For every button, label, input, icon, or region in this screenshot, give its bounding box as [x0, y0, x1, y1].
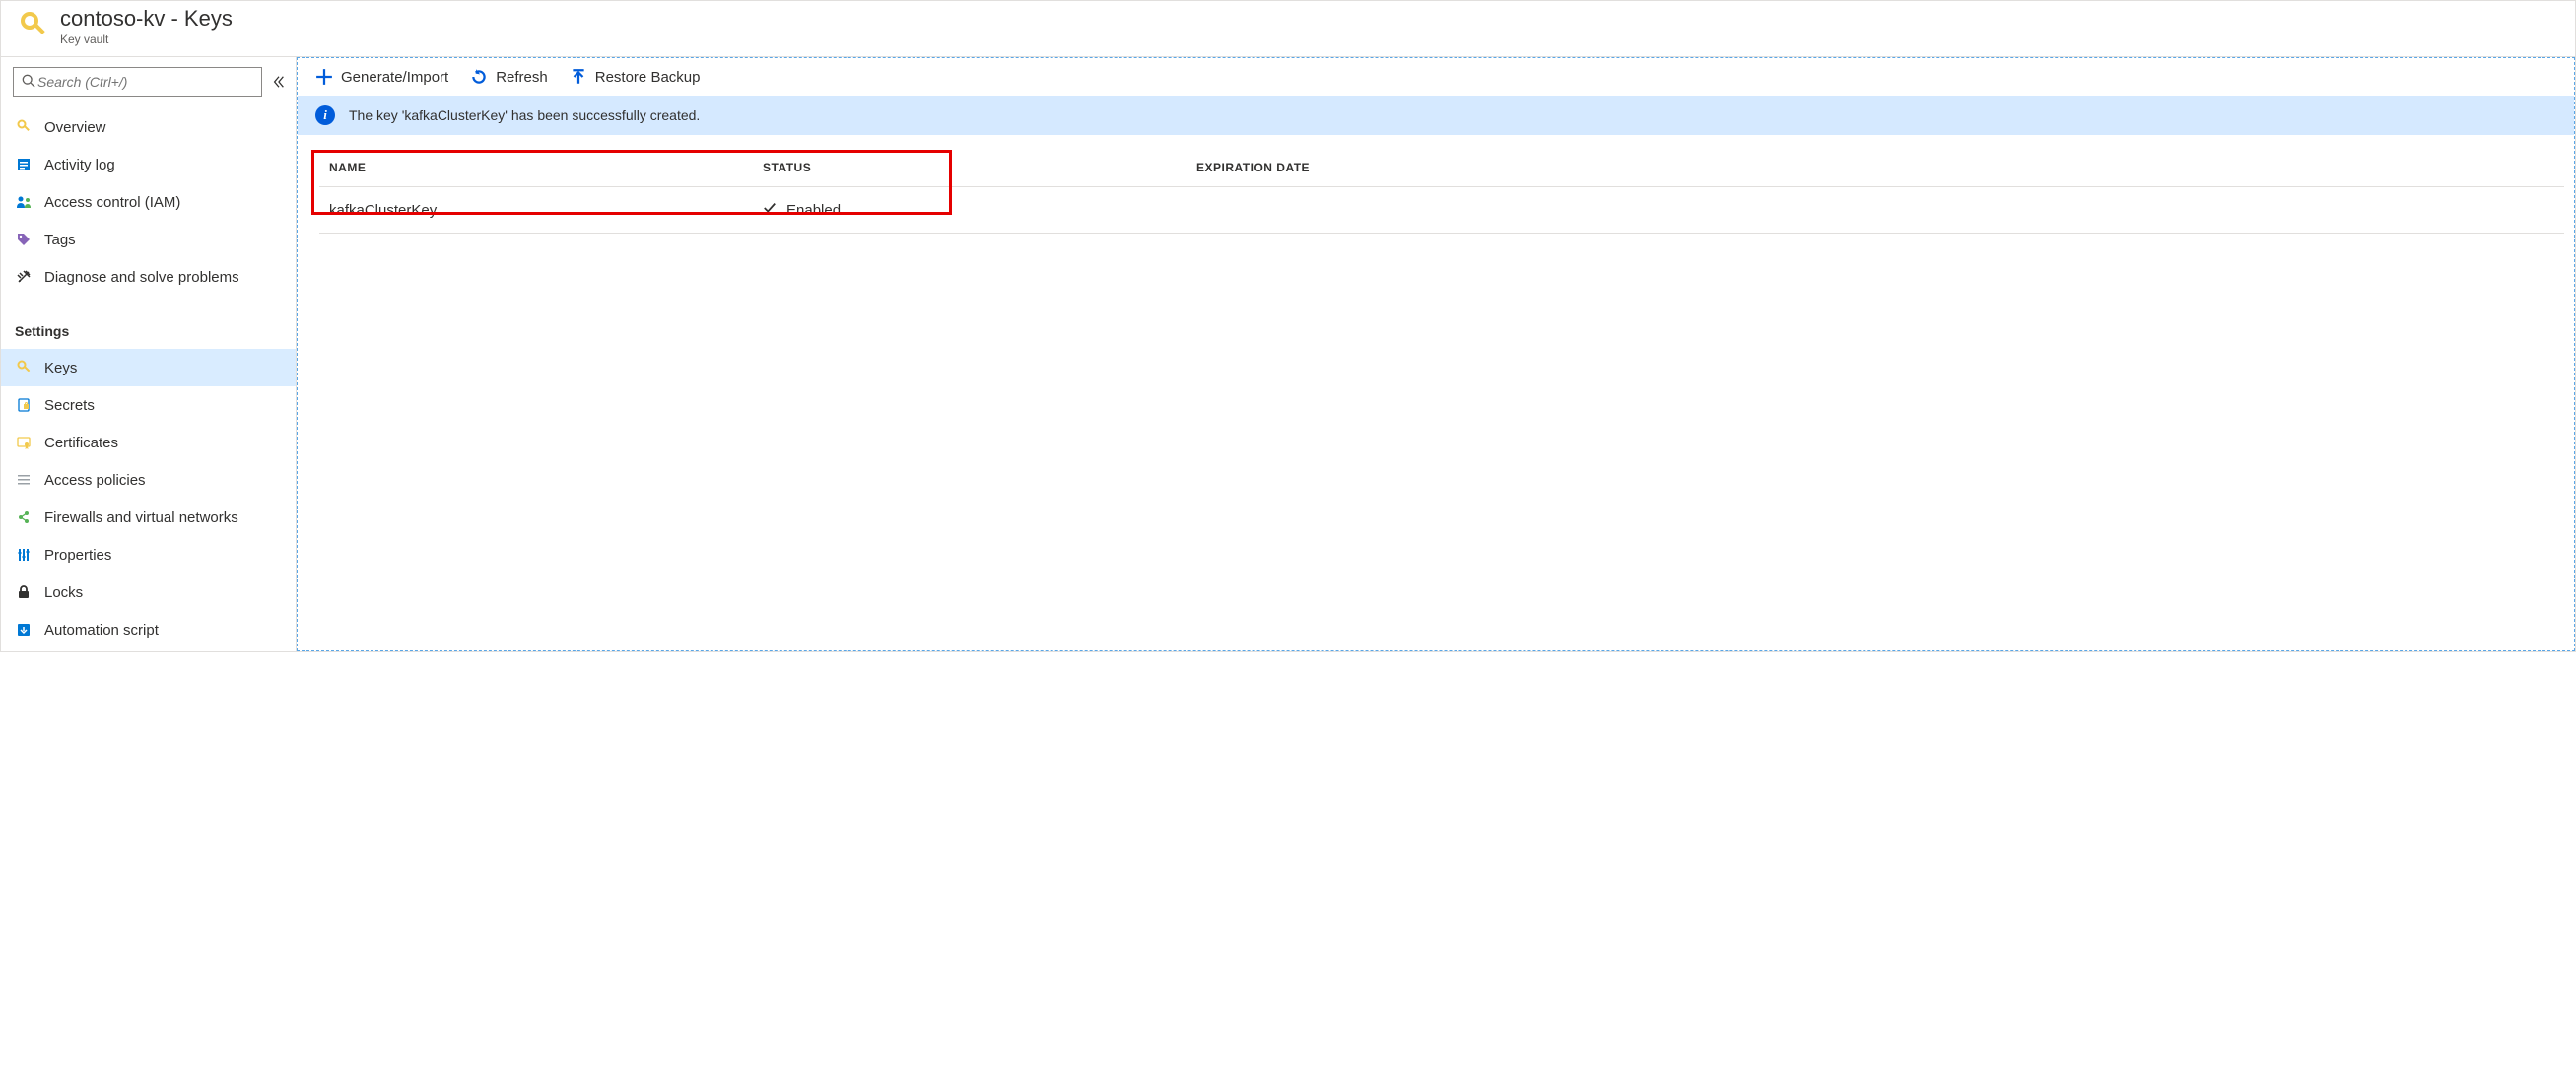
sidebar-item-tags[interactable]: Tags — [1, 221, 296, 258]
sidebar-item-diagnose[interactable]: Diagnose and solve problems — [1, 258, 296, 296]
sidebar-section-settings: Settings — [1, 306, 296, 345]
restore-backup-button[interactable]: Restore Backup — [570, 68, 701, 86]
certificates-icon — [15, 434, 33, 451]
blade-header: contoso-kv - Keys Key vault — [1, 1, 2575, 57]
sidebar-item-certificates[interactable]: Certificates — [1, 424, 296, 461]
diagnose-icon — [15, 268, 33, 286]
sidebar: Overview Activity log Access control (IA… — [1, 57, 297, 651]
key-vault-icon — [15, 8, 52, 45]
sidebar-item-locks[interactable]: Locks — [1, 574, 296, 611]
table-row[interactable]: kafkaClusterKey Enabled — [319, 187, 2564, 234]
keys-table: NAME STATUS EXPIRATION DATE kafkaCluster… — [319, 149, 2564, 234]
refresh-button[interactable]: Refresh — [470, 68, 548, 86]
sidebar-item-label: Access control (IAM) — [44, 194, 180, 211]
sidebar-item-properties[interactable]: Properties — [1, 536, 296, 574]
check-icon — [763, 201, 777, 219]
sidebar-item-secrets[interactable]: Secrets — [1, 386, 296, 424]
locks-icon — [15, 583, 33, 601]
sidebar-item-access-control[interactable]: Access control (IAM) — [1, 183, 296, 221]
activity-log-icon — [15, 156, 33, 173]
cell-key-name: kafkaClusterKey — [319, 187, 753, 234]
sidebar-item-label: Overview — [44, 119, 106, 136]
sidebar-item-label: Tags — [44, 232, 76, 248]
plus-icon — [315, 68, 333, 86]
sidebar-item-access-policies[interactable]: Access policies — [1, 461, 296, 499]
toolbar-button-label: Restore Backup — [595, 69, 701, 86]
access-control-icon — [15, 193, 33, 211]
automation-script-icon — [15, 621, 33, 639]
status-text: Enabled — [786, 202, 841, 219]
sidebar-item-label: Properties — [44, 547, 111, 564]
generate-import-button[interactable]: Generate/Import — [315, 68, 448, 86]
sidebar-item-keys[interactable]: Keys — [1, 349, 296, 386]
search-input[interactable] — [35, 73, 253, 91]
sidebar-item-overview[interactable]: Overview — [1, 108, 296, 146]
refresh-icon — [470, 68, 488, 86]
sidebar-item-label: Locks — [44, 584, 83, 601]
info-icon: i — [315, 105, 335, 125]
secrets-icon — [15, 396, 33, 414]
sidebar-item-label: Access policies — [44, 472, 146, 489]
search-icon — [22, 74, 35, 91]
firewalls-icon — [15, 509, 33, 526]
col-header-expiration[interactable]: EXPIRATION DATE — [1186, 149, 2564, 187]
table-header-row: NAME STATUS EXPIRATION DATE — [319, 149, 2564, 187]
cell-status: Enabled — [753, 187, 1186, 234]
col-header-status[interactable]: STATUS — [753, 149, 1186, 187]
header-titles: contoso-kv - Keys Key vault — [60, 7, 233, 46]
keys-table-wrap: NAME STATUS EXPIRATION DATE kafkaCluster… — [298, 135, 2574, 234]
notification-message: The key 'kafkaClusterKey' has been succe… — [349, 107, 700, 123]
page-title: contoso-kv - Keys — [60, 7, 233, 31]
sidebar-item-label: Certificates — [44, 435, 118, 451]
sidebar-item-label: Automation script — [44, 622, 159, 639]
page-subtitle: Key vault — [60, 33, 233, 46]
sidebar-item-label: Keys — [44, 360, 77, 376]
col-header-name[interactable]: NAME — [319, 149, 753, 187]
toolbar-button-label: Refresh — [496, 69, 548, 86]
tags-icon — [15, 231, 33, 248]
sidebar-item-firewalls[interactable]: Firewalls and virtual networks — [1, 499, 296, 536]
success-notification: i The key 'kafkaClusterKey' has been suc… — [298, 96, 2574, 135]
sidebar-item-label: Activity log — [44, 157, 115, 173]
toolbar-button-label: Generate/Import — [341, 69, 448, 86]
upload-icon — [570, 68, 587, 86]
collapse-sidebar-button[interactable] — [268, 71, 290, 93]
main-content: Generate/Import Refresh Restore Backup i — [297, 57, 2575, 651]
sidebar-item-activity-log[interactable]: Activity log — [1, 146, 296, 183]
properties-icon — [15, 546, 33, 564]
sidebar-item-label: Firewalls and virtual networks — [44, 510, 238, 526]
overview-icon — [15, 118, 33, 136]
cell-expiration — [1186, 187, 2564, 234]
sidebar-item-label: Secrets — [44, 397, 95, 414]
blade-root: contoso-kv - Keys Key vault — [0, 0, 2576, 652]
sidebar-item-label: Diagnose and solve problems — [44, 269, 239, 286]
keys-icon — [15, 359, 33, 376]
nav-list-settings: Keys Secrets Certificates — [1, 345, 296, 651]
sidebar-item-automation-script[interactable]: Automation script — [1, 611, 296, 648]
search-input-wrapper[interactable] — [13, 67, 262, 97]
nav-list-top: Overview Activity log Access control (IA… — [1, 104, 296, 306]
access-policies-icon — [15, 471, 33, 489]
toolbar: Generate/Import Refresh Restore Backup — [298, 58, 2574, 96]
